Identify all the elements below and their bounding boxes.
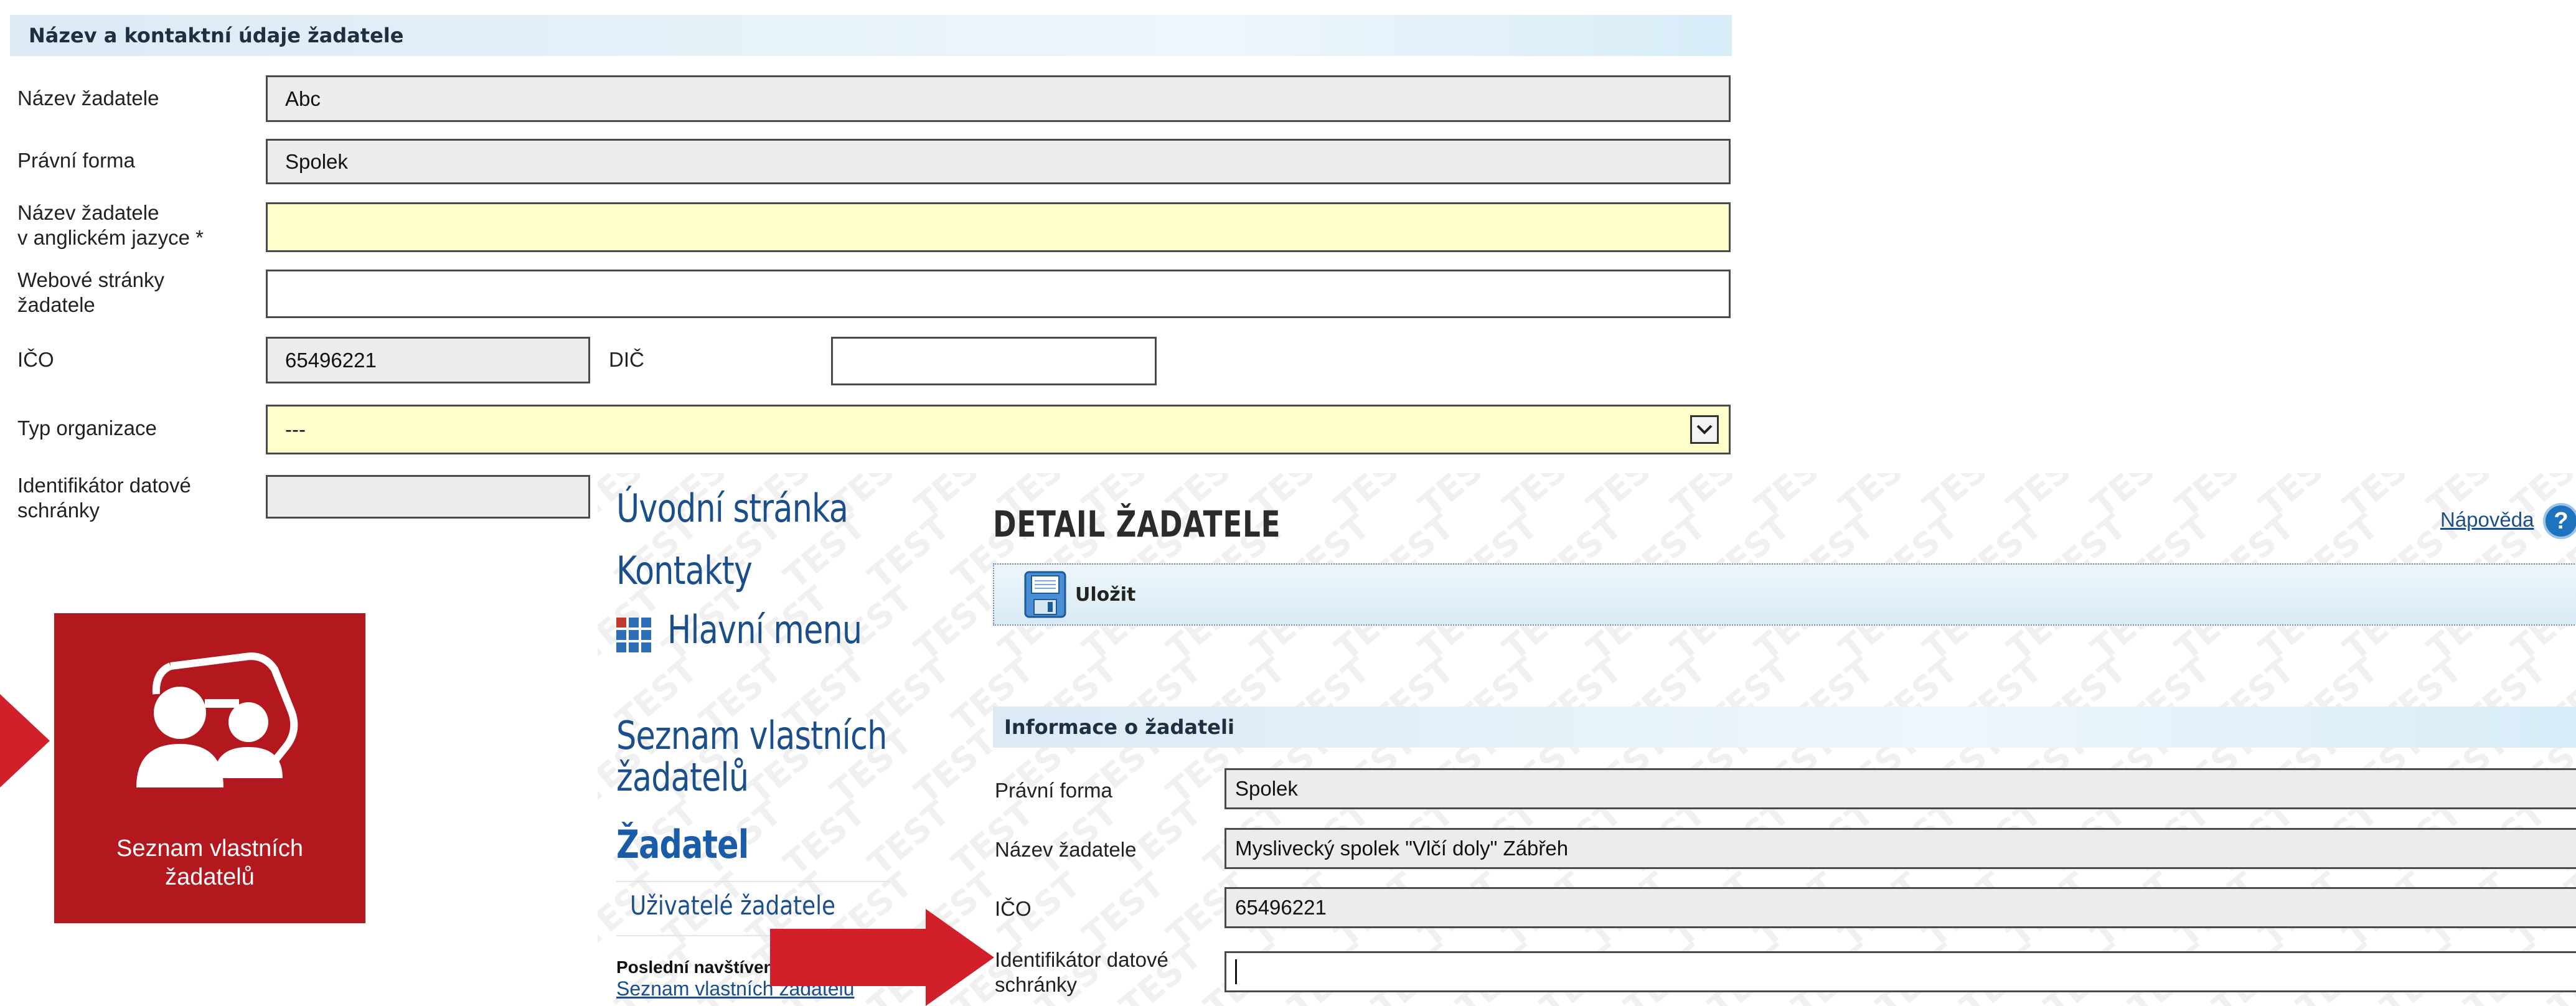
info-pravni-forma-field[interactable]: Spolek <box>1225 768 2576 809</box>
nav-own-applicants-link[interactable]: Seznam vlastních žadatelů <box>616 713 887 800</box>
text-caret <box>1235 959 1237 984</box>
nav-contacts-link[interactable]: Kontakty <box>616 548 753 593</box>
web-label-line2: žadatele <box>17 293 95 316</box>
nazev-value: Abc <box>285 87 321 110</box>
watermark-text: TEST <box>1075 865 1172 955</box>
watermark-text: TEST <box>1411 473 1508 525</box>
tile-label-line1: Seznam vlastních <box>116 835 303 862</box>
info-nazev-label: Název žadatele <box>995 838 1137 861</box>
info-ids-label-line2: schránky <box>995 973 1078 996</box>
watermark-text: TEST <box>1327 473 1424 525</box>
floppy-disk-icon <box>1024 571 1066 618</box>
watermark-text: TEST <box>907 473 1004 525</box>
typ-org-select[interactable]: --- <box>266 405 1731 454</box>
typ-org-label: Typ organizace <box>17 416 157 440</box>
dic-label: DIČ <box>609 348 644 371</box>
pravni-forma-value: Spolek <box>285 149 348 173</box>
red-arrow-icon <box>770 909 994 1006</box>
nav-own-applicants-line2: žadatelů <box>616 754 749 800</box>
section-header: Název a kontaktní údaje žadatele <box>10 15 1732 56</box>
dic-input[interactable] <box>831 337 1157 385</box>
save-label: Uložit <box>1075 583 1136 606</box>
ico-value: 65496221 <box>285 348 377 372</box>
watermark-text: TEST <box>1831 473 1929 525</box>
watermark-text: TEST <box>776 793 873 883</box>
help-icon[interactable]: ? <box>2543 503 2576 539</box>
watermark-text: TEST <box>907 722 1004 812</box>
tile-label: Seznam vlastních žadatelů <box>54 834 365 891</box>
nav-own-applicants-line1: Seznam vlastních <box>616 713 887 758</box>
save-button[interactable]: Uložit <box>1024 571 1135 618</box>
nav-home-link[interactable]: Úvodní stránka <box>616 486 848 531</box>
nazev-en-label-line1: Název žadatele <box>17 201 159 224</box>
info-pravni-forma-value: Spolek <box>1235 777 1298 800</box>
tile-label-line2: žadatelů <box>165 864 255 890</box>
nav-applicant-link[interactable]: Žadatel <box>616 822 749 867</box>
nazev-label: Název žadatele <box>17 87 159 110</box>
watermark-text: TEST <box>2252 473 2349 525</box>
watermark-text: TEST <box>1916 473 2013 525</box>
web-input[interactable] <box>266 270 1731 318</box>
info-ico-value: 65496221 <box>1235 896 1327 919</box>
watermark-text: TEST <box>2168 473 2265 525</box>
watermark-text: TEST <box>2084 473 2181 525</box>
info-nazev-field[interactable]: Myslivecký spolek "Vlčí doly" Zábřeh <box>1225 828 2576 869</box>
watermark-text: TEST <box>860 507 957 597</box>
watermark-text: TEST <box>2336 473 2433 525</box>
section-title: Název a kontaktní údaje žadatele <box>29 24 404 47</box>
info-ids-input[interactable] <box>1225 951 2576 992</box>
web-label-line1: Webové stránky <box>17 268 164 291</box>
nazev-field[interactable]: Abc <box>266 75 1731 122</box>
pravni-forma-field[interactable]: Spolek <box>266 139 1731 184</box>
nazev-en-label: Název žadatele v anglickém jazyce * <box>17 200 204 250</box>
info-ico-field[interactable]: 65496221 <box>1225 887 2576 928</box>
grid-menu-icon <box>616 618 651 652</box>
watermark-text: TEST <box>860 793 957 883</box>
watermark-text: TEST <box>1663 473 1760 525</box>
ids-label: Identifikátor datové schránky <box>17 473 191 523</box>
watermark-text: TEST <box>1747 473 1845 525</box>
info-pravni-forma-label: Právní forma <box>995 779 1112 802</box>
nazev-en-label-line2: v anglickém jazyce * <box>17 226 204 249</box>
page-title: DETAIL ŽADATELE <box>993 503 1281 545</box>
info-nazev-value: Myslivecký spolek "Vlčí doly" Zábřeh <box>1235 837 1569 860</box>
nazev-en-input[interactable] <box>266 202 1731 252</box>
info-section-header: Informace o žadateli <box>993 707 2576 748</box>
ico-field[interactable]: 65496221 <box>266 337 590 383</box>
nav-main-menu-link[interactable]: Hlavní menu <box>667 607 862 652</box>
nav-divider <box>616 881 890 882</box>
ids-label-line1: Identifikátor datové <box>17 474 191 497</box>
info-ids-label: Identifikátor datové schránky <box>995 947 1168 997</box>
info-section-title: Informace o žadateli <box>1004 715 1234 739</box>
watermark-text: TEST <box>907 578 1004 669</box>
red-arrow-icon <box>0 694 50 787</box>
own-applicants-tile[interactable]: Seznam vlastních žadatelů <box>54 613 365 923</box>
info-ids-label-line1: Identifikátor datové <box>995 948 1168 971</box>
help-link[interactable]: Nápověda <box>2440 508 2534 532</box>
info-ico-label: IČO <box>995 897 1032 920</box>
typ-org-value: --- <box>285 418 306 441</box>
toolbar: Uložit <box>993 563 2576 626</box>
pravni-forma-label: Právní forma <box>17 149 135 172</box>
web-label: Webové stránky žadatele <box>17 268 164 317</box>
ids-field[interactable] <box>266 475 590 519</box>
chevron-down-icon[interactable] <box>1690 415 1719 444</box>
ico-label: IČO <box>17 348 54 371</box>
ids-label-line2: schránky <box>17 499 100 522</box>
users-group-icon <box>136 652 298 787</box>
watermark-text: TEST <box>1579 473 1676 525</box>
watermark-text: TEST <box>2000 473 2097 525</box>
watermark-text: TEST <box>1495 473 1592 525</box>
